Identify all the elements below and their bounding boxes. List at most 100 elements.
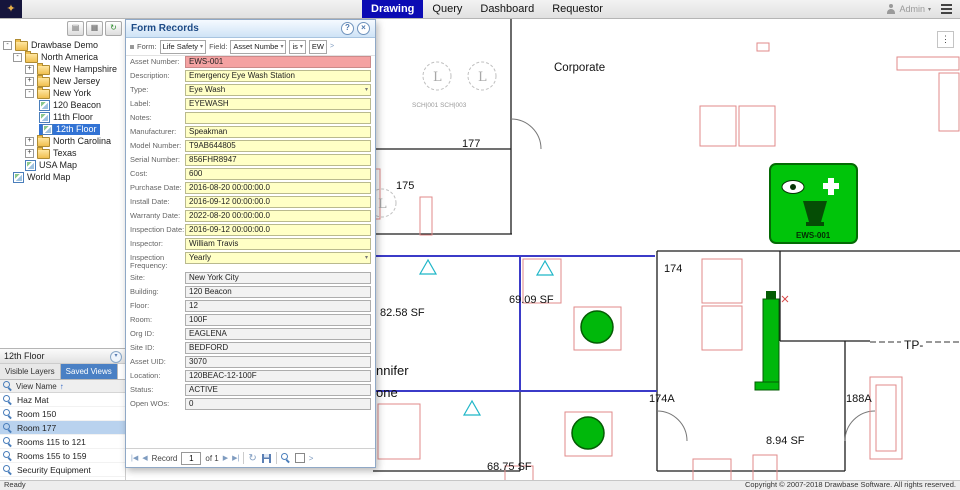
field-value-input[interactable]: 856FHR8947 (185, 154, 371, 166)
equipment-circle-1[interactable] (580, 310, 614, 344)
refresh-records-button[interactable]: ↻ (248, 453, 256, 464)
sidebar-item-usa-map[interactable]: USA Map (0, 159, 125, 171)
drawbase-logo-icon[interactable]: ✦ (0, 0, 22, 18)
next-record-button[interactable]: ▶ (223, 454, 228, 462)
tree-item-label: 12th Floor (56, 124, 97, 134)
drawing-options-button[interactable]: ⋮ (937, 31, 954, 48)
field-value-input[interactable]: 2016-09-12 00:00:00.0 (185, 224, 371, 236)
field-value-input[interactable]: 2016-09-12 00:00:00.0 (185, 196, 371, 208)
panel-collapse-icon[interactable]: ▾ (110, 351, 122, 363)
saved-view-haz-mat[interactable]: Haz Mat (0, 393, 125, 407)
tab-dashboard[interactable]: Dashboard (471, 0, 543, 18)
field-value-input[interactable]: 600 (185, 168, 371, 180)
chevron-right-icon[interactable]: > (330, 43, 334, 50)
field-value-input[interactable]: William Travis (185, 238, 371, 250)
saved-view-security-equipment[interactable]: Security Equipment (0, 463, 125, 477)
grid-view-button[interactable]: ▦ (86, 21, 103, 36)
sidebar-item-new-jersey[interactable]: + New Jersey (0, 75, 125, 87)
field-value-input[interactable]: 2016-08-20 00:00:00.0 (185, 182, 371, 194)
zoom-to-view-icon[interactable] (3, 394, 13, 405)
sidebar-item-120-beacon[interactable]: 120 Beacon (0, 99, 125, 111)
sidebar-item-drawbase-demo[interactable]: - Drawbase Demo (0, 39, 125, 51)
close-icon[interactable]: × (357, 22, 370, 35)
tree-toggle-icon[interactable]: - (25, 88, 34, 98)
operator-select[interactable]: is ▾ (289, 39, 306, 54)
first-record-button[interactable]: |◀ (131, 454, 138, 462)
zoom-to-view-icon[interactable] (3, 408, 13, 419)
field-value-input[interactable] (185, 112, 371, 124)
zoom-to-view-icon[interactable] (3, 422, 13, 433)
field-select[interactable]: Asset Numbe ▾ (230, 39, 287, 54)
user-menu[interactable]: Admin ▾ (886, 4, 931, 14)
field-value-input[interactable]: 2022-08-20 00:00:00.0 (185, 210, 371, 222)
field-value-select[interactable]: Yearly ▾ (185, 252, 371, 264)
field-label: Building: (130, 287, 159, 296)
views-column-header[interactable]: View Name ↑ (0, 380, 125, 393)
tree-item-label: Texas (53, 148, 77, 158)
drawing-label: 8.94 SF (766, 435, 805, 447)
layers-button[interactable]: ▤ (67, 21, 84, 36)
field-value-select[interactable]: Eye Wash ▾ (185, 84, 371, 96)
saved-view-rooms-155-159[interactable]: Rooms 155 to 159 (0, 449, 125, 463)
field-value-input[interactable]: EWS-001 (185, 56, 371, 68)
field-value-input[interactable]: EYEWASH (185, 98, 371, 110)
tab-requestor[interactable]: Requestor (543, 0, 612, 18)
sidebar-item-north-carolina[interactable]: + North Carolina (0, 135, 125, 147)
views-panel: 12th Floor ▾ Visible Layers Saved Views … (0, 348, 126, 482)
field-value-input[interactable]: Speakman (185, 126, 371, 138)
tree-toggle-icon[interactable]: + (25, 76, 34, 86)
status-bar: Ready Copyright © 2007-2018 Drawbase Sof… (0, 480, 960, 490)
saved-view-rooms-115-121[interactable]: Rooms 115 to 121 (0, 435, 125, 449)
sidebar-item-world-map[interactable]: World Map (0, 171, 125, 183)
field-value-readonly: 100F (185, 314, 371, 326)
expand-panel-icon[interactable]: > (309, 454, 314, 463)
form-select[interactable]: Life Safety ▾ (159, 39, 207, 54)
form-field-cost: Cost: 600 (130, 168, 371, 182)
tab-query[interactable]: Query (423, 0, 471, 18)
hamburger-menu-icon[interactable] (939, 2, 954, 16)
form-records-titlebar[interactable]: Form Records ? × (126, 20, 375, 38)
field-value-readonly: 3070 (185, 356, 371, 368)
help-icon[interactable]: ? (341, 22, 354, 35)
search-icon (3, 381, 13, 391)
form-field-description: Description: Emergency Eye Wash Station (130, 70, 371, 84)
highlight-checkbox[interactable] (294, 453, 305, 463)
sidebar-item-new-york[interactable]: - New York (0, 87, 125, 99)
record-number-input[interactable] (181, 451, 202, 465)
refresh-tree-button[interactable]: ↻ (105, 21, 122, 36)
filter-value-input[interactable]: EW (308, 39, 327, 54)
tree-toggle-icon[interactable]: + (25, 136, 34, 146)
last-record-button[interactable]: ▶| (232, 454, 239, 462)
drawing-label: 175 (396, 180, 414, 192)
tab-saved-views[interactable]: Saved Views (60, 364, 118, 379)
field-value-input[interactable]: Emergency Eye Wash Station (185, 70, 371, 82)
sidebar-item-texas[interactable]: + Texas (0, 147, 125, 159)
tree-toggle-icon[interactable]: + (25, 64, 34, 74)
user-icon (886, 4, 896, 14)
tree-toggle-icon[interactable]: - (13, 52, 22, 62)
sidebar-item-north-america[interactable]: - North America (0, 51, 125, 63)
zoom-to-view-icon[interactable] (3, 450, 13, 461)
save-icon[interactable] (261, 453, 272, 464)
saved-view-room-150[interactable]: Room 150 (0, 407, 125, 421)
form-field-org-id: Org ID: EAGLENA (130, 328, 371, 342)
zoom-to-view-icon[interactable] (3, 436, 13, 447)
sidebar-item-12th-floor[interactable]: 12th Floor (0, 123, 125, 135)
tab-drawing[interactable]: Drawing (362, 0, 424, 18)
tree-toggle-icon[interactable]: + (25, 148, 34, 158)
zoom-to-view-icon[interactable] (3, 464, 13, 475)
field-value-input[interactable]: T9AB644805 (185, 140, 371, 152)
previous-record-button[interactable]: ◀ (142, 454, 147, 462)
saved-view-room-177[interactable]: Room 177 (0, 421, 125, 435)
tree-item-label: USA Map (39, 160, 78, 170)
equipment-circle-2[interactable] (571, 416, 605, 450)
eye-wash-station-symbol[interactable]: EWS-001 (769, 163, 858, 244)
folder-icon (15, 39, 28, 51)
drawing-label: 68.75 SF (487, 461, 532, 473)
sidebar-item-11th-floor[interactable]: 11th Floor (0, 111, 125, 123)
tab-visible-layers[interactable]: Visible Layers (0, 364, 61, 379)
zoom-to-record-icon[interactable] (280, 453, 291, 463)
sidebar-item-new-hampshire[interactable]: + New Hampshire (0, 63, 125, 75)
fire-extinguisher-symbol[interactable] (754, 291, 780, 391)
tree-toggle-icon[interactable]: - (3, 40, 12, 50)
